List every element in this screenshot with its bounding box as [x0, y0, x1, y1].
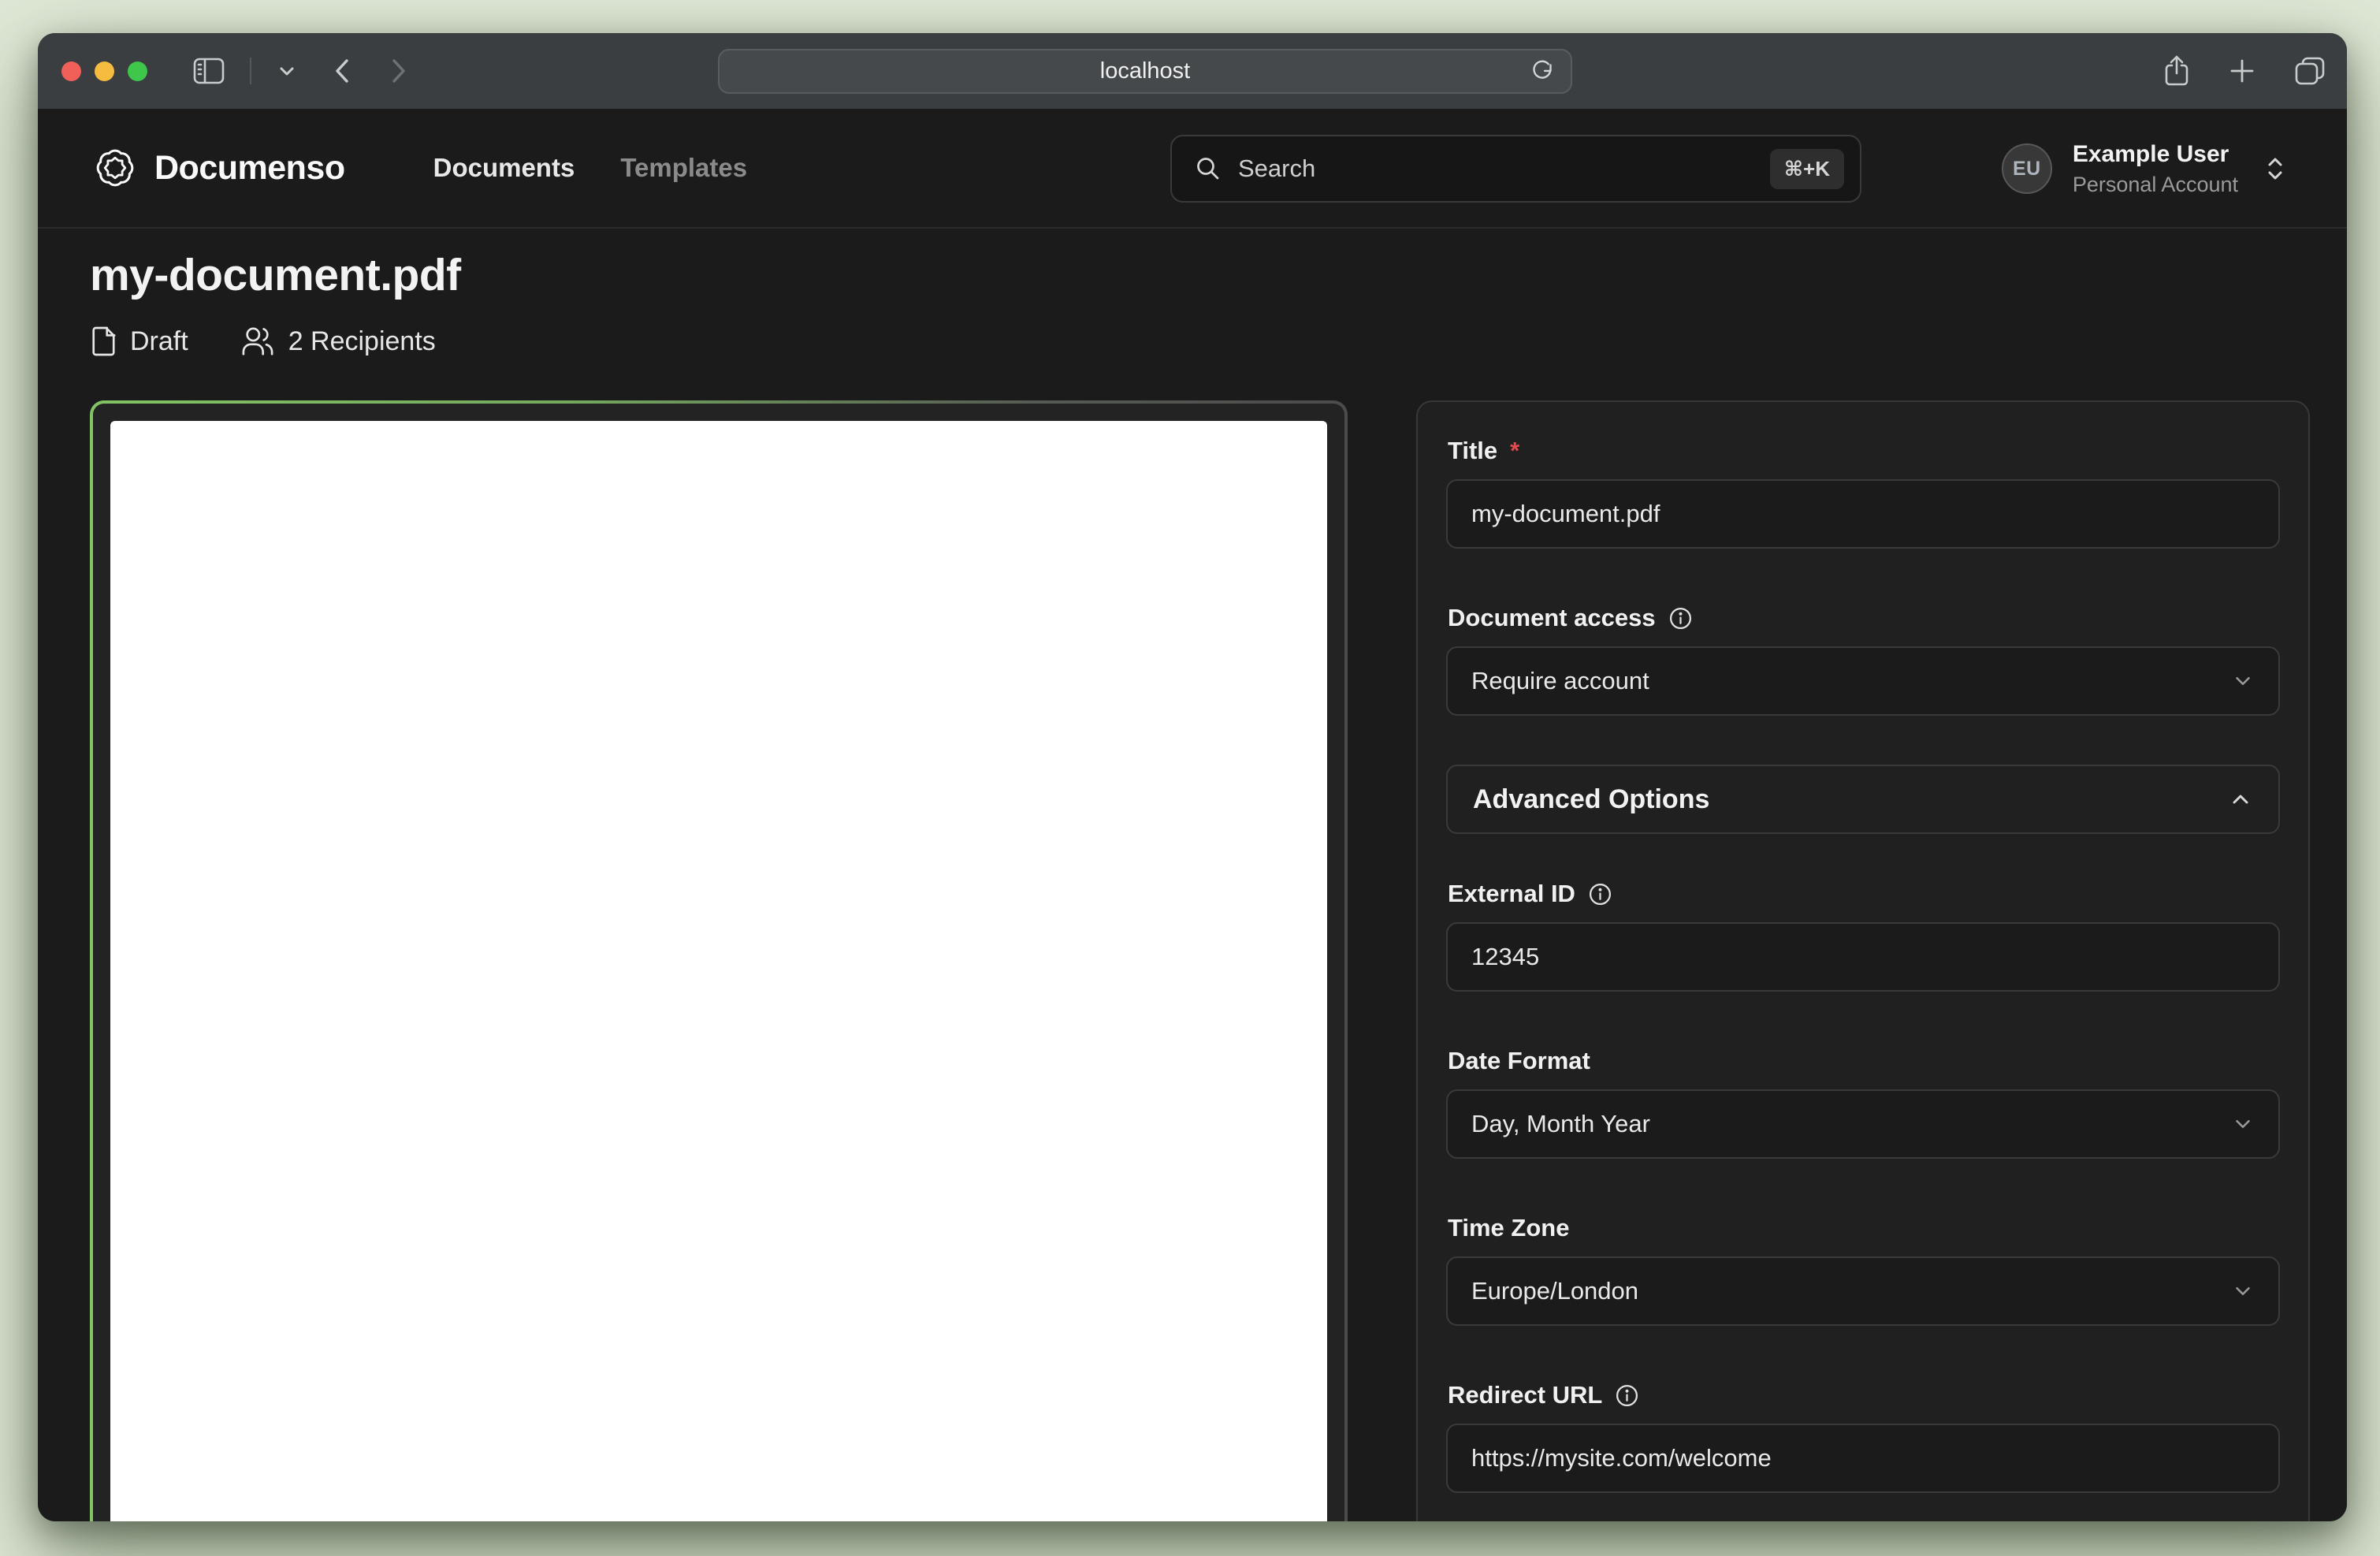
info-icon[interactable]	[1668, 606, 1693, 631]
search-icon	[1194, 154, 1222, 183]
chevron-down-icon	[2231, 1279, 2255, 1303]
time-zone-select[interactable]: Europe/London	[1446, 1256, 2280, 1326]
recipients-badge: 2 Recipients	[240, 326, 436, 357]
date-format-select[interactable]: Day, Month Year	[1446, 1089, 2280, 1159]
forward-button-icon[interactable]	[389, 55, 409, 87]
info-icon[interactable]	[1588, 882, 1612, 906]
documenso-logo-icon	[93, 146, 137, 190]
chevron-down-icon	[2231, 669, 2255, 693]
document-access-select[interactable]: Require account	[1446, 646, 2280, 716]
close-button[interactable]	[61, 61, 81, 81]
redirect-url-field: Redirect URL	[1446, 1381, 2280, 1493]
share-icon[interactable]	[2162, 54, 2191, 87]
documenso-app: Documenso Documents Templates Search ⌘+K…	[38, 109, 2347, 1521]
nav-templates[interactable]: Templates	[620, 153, 747, 183]
user-menu[interactable]: EU Example User Personal Account	[2002, 109, 2287, 229]
titlebar-divider	[250, 58, 251, 84]
title-input[interactable]	[1446, 479, 2280, 549]
user-account-type: Personal Account	[2073, 173, 2238, 197]
chevron-up-icon	[2228, 787, 2253, 812]
reload-icon[interactable]	[1530, 59, 1558, 87]
search-shortcut-badge: ⌘+K	[1770, 149, 1844, 189]
date-format-field: Date Format Day, Month Year	[1446, 1047, 2280, 1159]
chevron-down-icon	[2231, 1112, 2255, 1136]
document-settings-panel: Title * Document access	[1416, 400, 2310, 1521]
browser-titlebar: localhost	[38, 33, 2347, 109]
external-id-field: External ID	[1446, 880, 2280, 992]
document-meta: Draft 2 Recipients	[90, 325, 2310, 358]
address-bar[interactable]: localhost	[718, 49, 1572, 94]
page-title: my-document.pdf	[90, 249, 2310, 301]
back-button-icon[interactable]	[332, 55, 352, 87]
time-zone-field: Time Zone Europe/London	[1446, 1214, 2280, 1326]
minimize-button[interactable]	[95, 61, 114, 81]
traffic-lights	[61, 61, 147, 81]
nav-documents[interactable]: Documents	[433, 153, 575, 183]
search-placeholder: Search	[1238, 154, 1770, 183]
recipients-text: 2 Recipients	[288, 326, 436, 357]
pdf-page	[110, 421, 1327, 1521]
brand[interactable]: Documenso	[93, 146, 345, 190]
status-badge: Draft	[90, 325, 188, 358]
tab-overview-icon[interactable]	[2293, 55, 2326, 87]
document-access-field: Document access Require account	[1446, 604, 2280, 716]
document-edit-page: my-document.pdf Draft	[38, 229, 2347, 1521]
title-label: Title *	[1448, 437, 2280, 465]
sidebar-toggle-icon[interactable]	[193, 58, 225, 84]
brand-name: Documenso	[154, 149, 345, 188]
fullscreen-button[interactable]	[128, 61, 147, 81]
external-id-label: External ID	[1448, 880, 2280, 908]
status-text: Draft	[130, 326, 188, 357]
browser-window: localhost	[38, 33, 2347, 1521]
document-preview-card	[90, 400, 1348, 1521]
chevrons-up-down-icon	[2263, 155, 2287, 182]
file-icon	[90, 325, 117, 358]
search-bar[interactable]: Search ⌘+K	[1170, 135, 1861, 203]
time-zone-label: Time Zone	[1448, 1214, 2280, 1242]
required-asterisk: *	[1510, 437, 1519, 465]
app-header: Documenso Documents Templates Search ⌘+K…	[38, 109, 2347, 229]
address-bar-url: localhost	[1100, 58, 1190, 84]
info-icon[interactable]	[1615, 1383, 1639, 1408]
users-icon	[240, 326, 275, 357]
tab-group-chevron-icon[interactable]	[277, 64, 297, 78]
redirect-url-input[interactable]	[1446, 1424, 2280, 1493]
external-id-input[interactable]	[1446, 922, 2280, 992]
date-format-label: Date Format	[1448, 1047, 2280, 1075]
avatar: EU	[2002, 143, 2052, 194]
advanced-options-toggle[interactable]: Advanced Options	[1446, 765, 2280, 834]
new-tab-icon[interactable]	[2227, 56, 2257, 86]
title-field: Title *	[1446, 437, 2280, 549]
main-nav: Documents Templates	[433, 153, 747, 183]
redirect-url-label: Redirect URL	[1448, 1381, 2280, 1409]
document-access-label: Document access	[1448, 604, 2280, 632]
user-name: Example User	[2073, 141, 2238, 168]
